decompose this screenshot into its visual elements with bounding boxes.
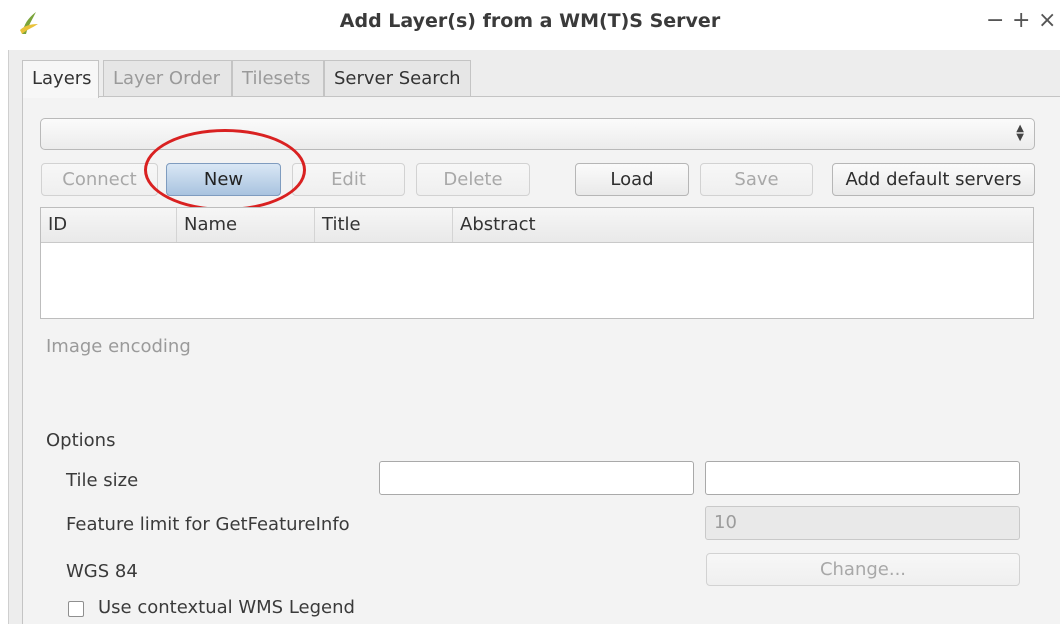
column-header-name[interactable]: Name bbox=[177, 208, 315, 242]
spinner-arrows-icon: ▲ ▼ bbox=[1016, 123, 1024, 143]
tab-layers[interactable]: Layers bbox=[22, 60, 99, 98]
tab-server-search[interactable]: Server Search bbox=[324, 60, 471, 96]
tab-layer-order[interactable]: Layer Order bbox=[103, 60, 232, 96]
tile-size-label: Tile size bbox=[66, 470, 139, 491]
options-heading: Options bbox=[46, 430, 116, 451]
contextual-legend-checkbox[interactable] bbox=[68, 601, 84, 617]
contextual-legend-label: Use contextual WMS Legend bbox=[98, 597, 355, 618]
add-default-servers-button[interactable]: Add default servers bbox=[832, 163, 1035, 196]
close-icon[interactable]: × bbox=[1038, 8, 1056, 33]
tile-width-input[interactable] bbox=[379, 461, 694, 495]
save-button[interactable]: Save bbox=[700, 163, 813, 196]
tab-tilesets[interactable]: Tilesets bbox=[232, 60, 324, 96]
edit-button[interactable]: Edit bbox=[292, 163, 405, 196]
tile-height-input[interactable] bbox=[705, 461, 1020, 495]
server-select[interactable]: ▲ ▼ bbox=[40, 118, 1035, 150]
title-bar: Add Layer(s) from a WM(T)S Server − + × bbox=[0, 0, 1060, 50]
load-button[interactable]: Load bbox=[575, 163, 689, 196]
column-header-abstract[interactable]: Abstract bbox=[453, 208, 1033, 242]
crs-label: WGS 84 bbox=[66, 561, 138, 582]
connect-button[interactable]: Connect bbox=[41, 163, 158, 196]
new-button[interactable]: New bbox=[166, 163, 281, 196]
window-title: Add Layer(s) from a WM(T)S Server bbox=[339, 10, 721, 32]
feature-limit-label: Feature limit for GetFeatureInfo bbox=[66, 514, 350, 535]
column-header-title[interactable]: Title bbox=[315, 208, 453, 242]
delete-button[interactable]: Delete bbox=[416, 163, 530, 196]
image-encoding-label: Image encoding bbox=[46, 336, 191, 357]
maximize-icon[interactable]: + bbox=[1012, 8, 1030, 33]
layers-table[interactable]: ID Name Title Abstract bbox=[40, 207, 1034, 319]
column-header-id[interactable]: ID bbox=[41, 208, 177, 242]
change-crs-button[interactable]: Change... bbox=[706, 553, 1020, 586]
feature-limit-input[interactable]: 10 bbox=[705, 506, 1020, 540]
minimize-icon[interactable]: − bbox=[986, 8, 1004, 33]
table-header: ID Name Title Abstract bbox=[41, 208, 1033, 243]
